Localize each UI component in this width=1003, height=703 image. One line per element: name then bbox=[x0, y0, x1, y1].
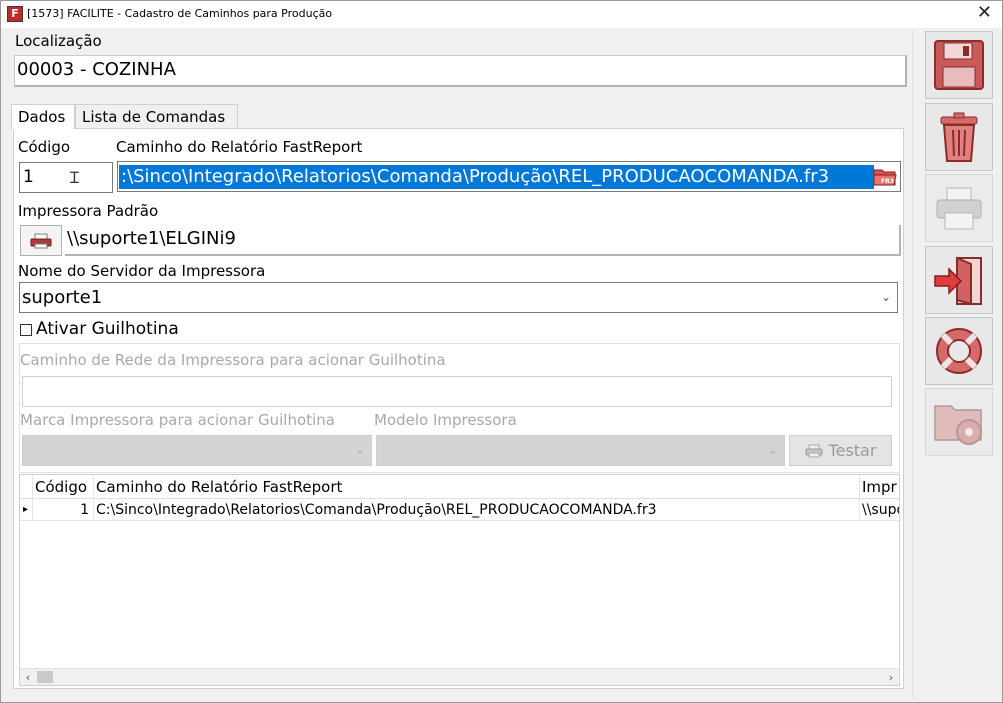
servidor-select[interactable]: suporte1 ⌄ bbox=[19, 282, 898, 313]
localizacao-label: Localização bbox=[15, 32, 102, 50]
action-sidebar bbox=[912, 31, 999, 699]
select-printer-button[interactable] bbox=[20, 225, 62, 256]
print-button[interactable] bbox=[925, 174, 993, 242]
printer-icon bbox=[30, 233, 52, 248]
testar-label: Testar bbox=[828, 441, 877, 460]
localizacao-field[interactable]: 00003 - COZINHA bbox=[14, 55, 907, 87]
close-icon[interactable]: ✕ bbox=[977, 4, 992, 22]
main-window: F [1573] FACILITE - Cadastro de Caminhos… bbox=[0, 0, 1003, 703]
codigo-field[interactable]: 1 bbox=[19, 162, 113, 193]
folder-icon-text: FR3 bbox=[881, 178, 894, 185]
caminho-field[interactable]: :\Sinco\Integrado\Relatorios\Comanda\Pro… bbox=[117, 161, 901, 192]
caminho-selected-text: :\Sinco\Integrado\Relatorios\Comanda\Pro… bbox=[119, 165, 874, 189]
text-cursor-icon: Ɪ bbox=[70, 168, 79, 187]
grid-header-caminho[interactable]: Caminho do Relatório FastReport bbox=[94, 475, 860, 498]
modelo-select[interactable]: ⌄ bbox=[376, 435, 785, 466]
tab-dados[interactable]: Dados bbox=[11, 104, 75, 129]
table-row[interactable]: ▸ 1 C:\Sinco\Integrado\Relatorios\Comand… bbox=[20, 499, 899, 521]
servidor-value: suporte1 bbox=[22, 287, 103, 308]
scroll-thumb[interactable] bbox=[37, 671, 53, 683]
lifebuoy-icon bbox=[936, 328, 982, 374]
grid-cell-codigo: 1 bbox=[33, 499, 94, 520]
dados-panel: Código Caminho do Relatório FastReport 1… bbox=[13, 128, 904, 689]
save-button[interactable] bbox=[925, 31, 993, 99]
guilhotina-checkbox[interactable] bbox=[20, 324, 32, 336]
rede-field[interactable] bbox=[22, 376, 892, 407]
impressora-field[interactable]: \\suporte1\ELGINi9 bbox=[65, 225, 901, 256]
folder-gear-icon bbox=[934, 405, 982, 445]
servidor-label: Nome do Servidor da Impressora bbox=[18, 262, 266, 280]
grid-header-impressora[interactable]: Impr bbox=[860, 475, 899, 498]
grid-header-codigo[interactable]: Código bbox=[33, 475, 94, 498]
caminhos-grid: Código Caminho do Relatório FastReport I… bbox=[19, 474, 900, 686]
grid-corner bbox=[20, 475, 33, 498]
codigo-label: Código bbox=[18, 138, 71, 156]
open-folder-icon[interactable]: FR3 bbox=[872, 166, 898, 188]
app-icon: F bbox=[7, 6, 23, 22]
impressora-label: Impressora Padrão bbox=[18, 202, 159, 220]
scroll-left-icon[interactable]: ‹ bbox=[20, 669, 36, 685]
help-button[interactable] bbox=[925, 317, 993, 385]
printer-icon bbox=[805, 444, 823, 457]
chevron-down-icon: ⌄ bbox=[767, 443, 778, 457]
tab-lista-de-comandas[interactable]: Lista de Comandas bbox=[75, 104, 238, 128]
exit-door-icon bbox=[934, 256, 982, 306]
guilhotina-label: Ativar Guilhotina bbox=[36, 319, 179, 339]
trash-icon bbox=[940, 112, 978, 162]
scroll-right-icon[interactable]: › bbox=[883, 669, 899, 685]
floppy-disk-icon bbox=[934, 40, 984, 90]
window-title: [1573] FACILITE - Cadastro de Caminhos p… bbox=[27, 7, 333, 20]
grid-header: Código Caminho do Relatório FastReport I… bbox=[20, 475, 899, 499]
caminho-label: Caminho do Relatório FastReport bbox=[116, 138, 363, 156]
modelo-label: Modelo Impressora bbox=[374, 411, 517, 429]
grid-cell-impressora: \\supo bbox=[862, 502, 899, 518]
testar-button[interactable]: Testar bbox=[789, 435, 892, 466]
marca-select[interactable]: ⌄ bbox=[22, 435, 372, 466]
marca-label: Marca Impressora para acionar Guilhotina bbox=[20, 411, 335, 429]
chevron-down-icon: ⌄ bbox=[880, 290, 891, 304]
settings-button[interactable] bbox=[925, 388, 993, 456]
row-indicator-icon: ▸ bbox=[20, 499, 33, 520]
printer-icon bbox=[936, 187, 982, 230]
horizontal-scrollbar[interactable]: ‹ › bbox=[20, 668, 899, 685]
exit-button[interactable] bbox=[925, 246, 993, 314]
chevron-down-icon: ⌄ bbox=[354, 443, 365, 457]
content-area: Localização 00003 - COZINHA Dados Lista … bbox=[5, 31, 907, 699]
rede-label: Caminho de Rede da Impressora para acion… bbox=[20, 351, 446, 369]
grid-cell-caminho: C:\Sinco\Integrado\Relatorios\Comanda\Pr… bbox=[94, 499, 860, 520]
title-bar: F [1573] FACILITE - Cadastro de Caminhos… bbox=[1, 1, 1002, 28]
delete-button[interactable] bbox=[925, 103, 993, 171]
